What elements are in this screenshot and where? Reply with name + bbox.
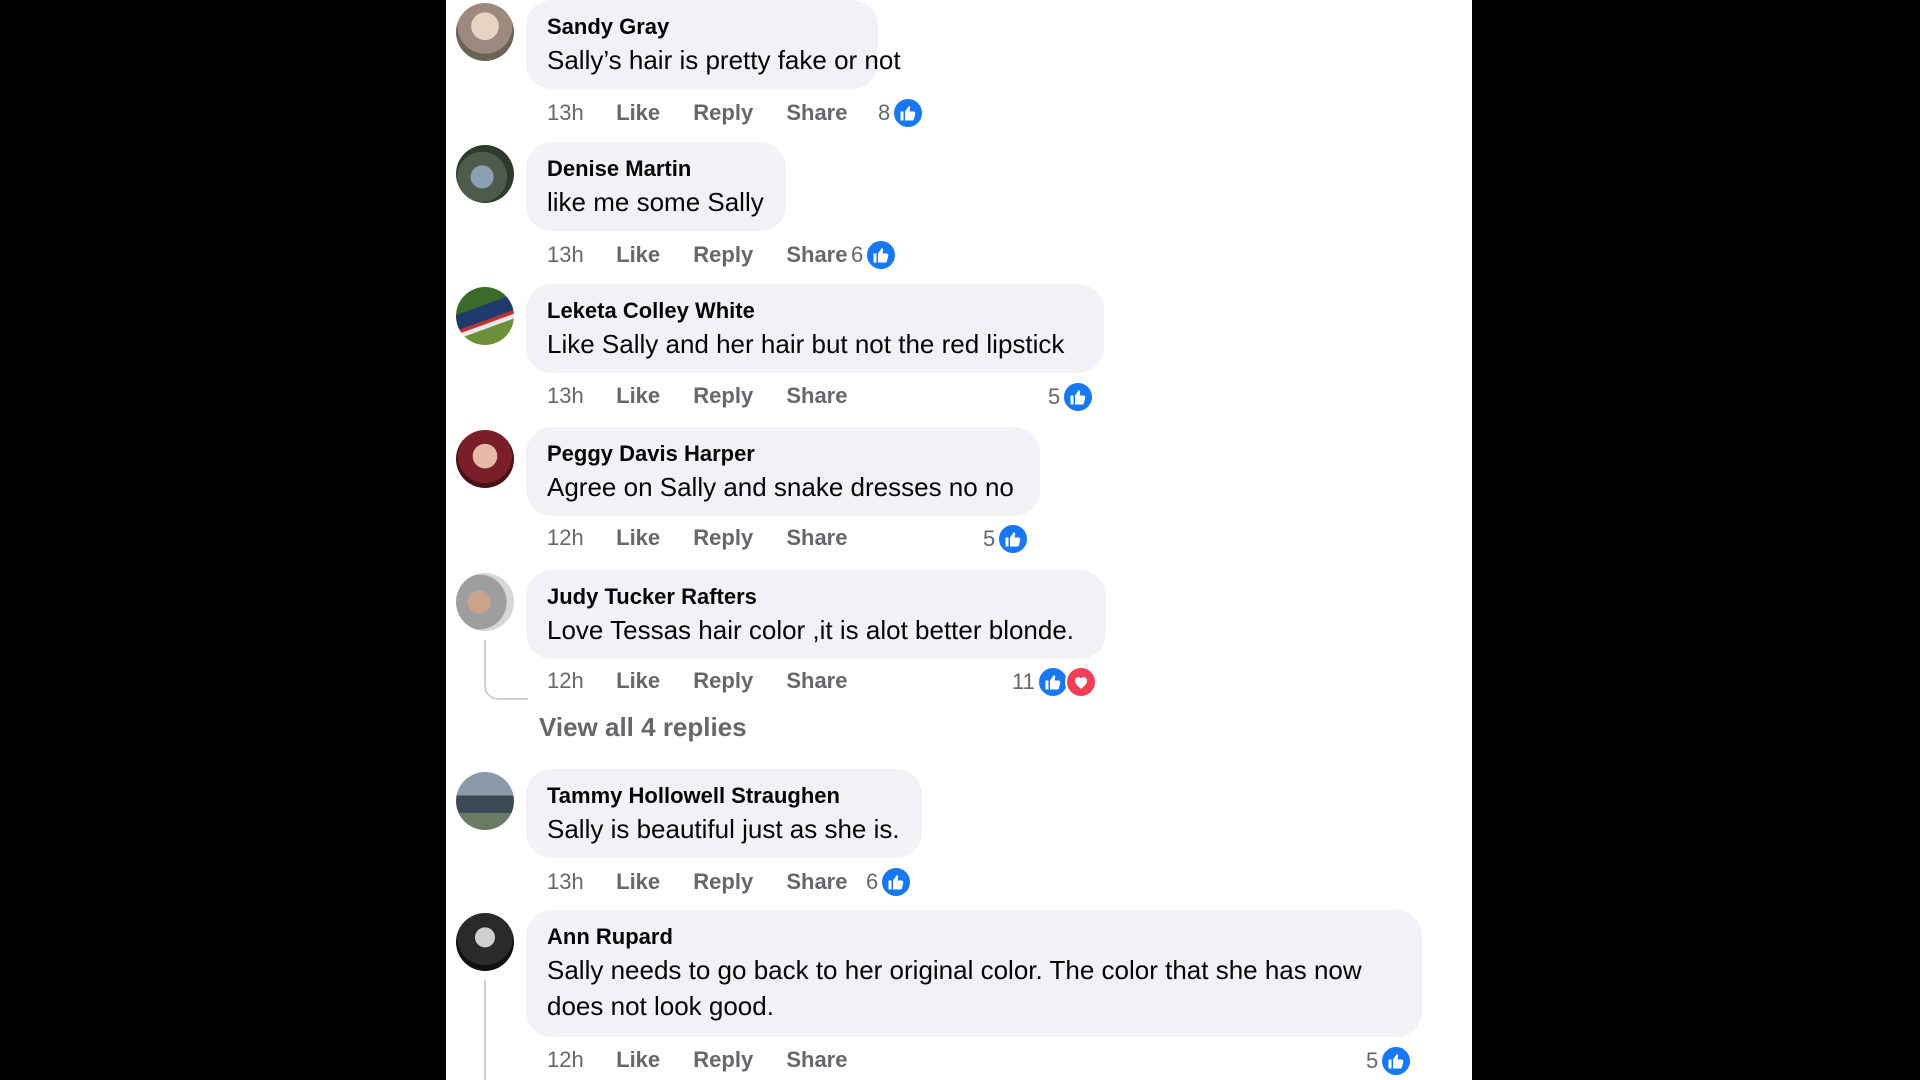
like-button[interactable]: Like [616,1044,660,1076]
comment-actions: 12h Like Reply Share [547,1044,874,1076]
avatar[interactable] [456,145,514,203]
avatar[interactable] [456,3,514,61]
comment-author[interactable]: Ann Rupard [547,922,1401,952]
comment-bubble: Tammy Hollowell Straughen Sally is beaut… [526,769,922,858]
comment-actions: 13h Like Reply Share [547,239,874,271]
comment-text: Love Tessas hair color ,it is alot bette… [547,615,1075,645]
comment-text: Sally’s hair is pretty fake or not [547,45,901,75]
love-icon [1064,666,1097,698]
like-button[interactable]: Like [616,239,660,271]
like-icon [1062,381,1095,413]
like-icon [997,523,1030,555]
comment-actions: 13h Like Reply Share [547,380,874,412]
like-button[interactable]: Like [616,866,660,898]
comments-panel: Sandy Gray Sally’s hair is pretty fake o… [446,0,1472,1080]
comment-time[interactable]: 13h [547,380,610,412]
comment-text: Agree on Sally and snake dresses no no [547,472,1014,502]
reply-button[interactable]: Reply [693,97,753,129]
reply-button[interactable]: Reply [693,380,753,412]
like-button[interactable]: Like [616,522,660,554]
reaction-summary[interactable]: 5 [1366,1044,1413,1078]
comment-actions: 12h Like Reply Share [547,665,874,697]
like-icon [880,866,913,898]
reaction-count: 5 [983,526,996,551]
reaction-summary[interactable]: 6 [851,238,898,272]
comment-bubble: Ann Rupard Sally needs to go back to her… [526,910,1422,1037]
share-button[interactable]: Share [786,665,847,697]
comment-time[interactable]: 12h [547,522,610,554]
comment-author[interactable]: Sandy Gray [547,12,857,42]
comment-text: Like Sally and her hair but not the red … [547,329,1065,359]
comment-time[interactable]: 13h [547,866,610,898]
reply-button[interactable]: Reply [693,866,753,898]
comment-text: like me some Sally [547,187,764,217]
comment-bubble: Judy Tucker Rafters Love Tessas hair col… [526,570,1106,659]
avatar[interactable] [456,913,514,971]
like-icon [892,97,925,129]
comment-time[interactable]: 13h [547,97,610,129]
reaction-summary[interactable]: 6 [866,865,913,899]
comment-actions: 13h Like Reply Share [547,97,874,129]
like-button[interactable]: Like [616,97,660,129]
like-button[interactable]: Like [616,380,660,412]
comment-time[interactable]: 12h [547,665,610,697]
reply-thread-line [484,980,486,1080]
comment-bubble: Peggy Davis Harper Agree on Sally and sn… [526,427,1040,516]
share-button[interactable]: Share [786,97,847,129]
reply-button[interactable]: Reply [693,665,753,697]
reply-button[interactable]: Reply [693,239,753,271]
share-button[interactable]: Share [786,380,847,412]
reaction-summary[interactable]: 5 [1048,380,1095,414]
comment-bubble: Leketa Colley White Like Sally and her h… [526,284,1104,373]
like-icon [865,239,898,271]
comment-actions: 12h Like Reply Share [547,522,874,554]
avatar[interactable] [456,573,514,631]
avatar[interactable] [456,287,514,345]
comment-author[interactable]: Denise Martin [547,154,765,184]
comment-text: Sally is beautiful just as she is. [547,814,900,844]
reaction-count: 11 [1012,669,1035,694]
like-button[interactable]: Like [616,665,660,697]
reaction-count: 5 [1048,384,1061,409]
share-button[interactable]: Share [786,866,847,898]
reply-button[interactable]: Reply [693,522,753,554]
reaction-count: 5 [1366,1048,1379,1073]
share-button[interactable]: Share [786,522,847,554]
comment-author[interactable]: Leketa Colley White [547,296,1083,326]
comment-actions: 13h Like Reply Share [547,866,874,898]
avatar[interactable] [456,430,514,488]
share-button[interactable]: Share [786,239,847,271]
comment-time[interactable]: 13h [547,239,610,271]
comment-author[interactable]: Judy Tucker Rafters [547,582,1085,612]
reaction-count: 8 [878,100,891,125]
reaction-summary[interactable]: 5 [983,522,1030,556]
reply-thread-line [484,640,528,700]
avatar[interactable] [456,772,514,830]
comment-bubble: Denise Martin like me some Sally [526,142,786,231]
reaction-summary[interactable]: 11 [1012,665,1097,699]
reaction-count: 6 [866,869,879,894]
reply-button[interactable]: Reply [693,1044,753,1076]
comment-text: Sally needs to go back to her original c… [547,955,1362,1021]
comment-author[interactable]: Tammy Hollowell Straughen [547,781,901,811]
reaction-summary[interactable]: 8 [878,96,925,130]
comment-author[interactable]: Peggy Davis Harper [547,439,1019,469]
view-replies-link[interactable]: View all 4 replies [539,712,747,743]
comment-time[interactable]: 12h [547,1044,610,1076]
comment-bubble: Sandy Gray Sally’s hair is pretty fake o… [526,0,901,89]
like-icon [1380,1045,1413,1077]
share-button[interactable]: Share [786,1044,847,1076]
reaction-count: 6 [851,242,864,267]
